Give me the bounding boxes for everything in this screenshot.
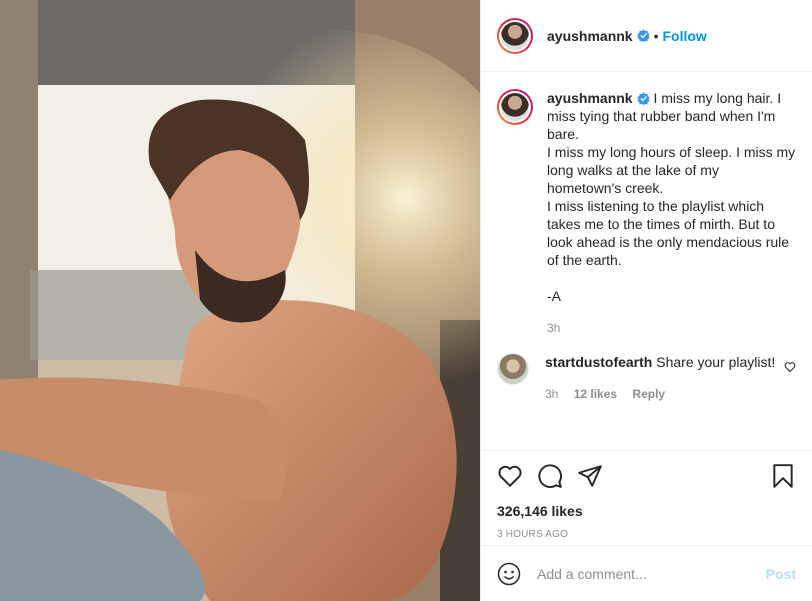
comment-row: startdustofearth Share your playlist! 3h… (497, 353, 796, 403)
caption-timestamp[interactable]: 3h (547, 321, 560, 335)
caption-signature: -A (547, 288, 561, 304)
caption-line: ayushmannk I miss my long hair. I miss t… (547, 89, 796, 143)
heart-icon[interactable] (497, 463, 523, 489)
post-header: ayushmannk • Follow (481, 0, 812, 72)
separator-dot: • (653, 27, 659, 44)
caption-username[interactable]: ayushmannk (547, 90, 633, 106)
verified-badge-icon (636, 29, 650, 42)
post-photo-illustration (0, 0, 480, 601)
caption-line-3: I miss listening to the playlist which t… (547, 198, 790, 268)
caption-row: ayushmannk I miss my long hair. I miss t… (497, 89, 796, 337)
caption-text: ayushmannk I miss my long hair. I miss t… (547, 89, 796, 337)
verified-badge-icon (636, 92, 650, 105)
author-avatar[interactable] (497, 17, 533, 54)
commenter-username[interactable]: startdustofearth (545, 354, 652, 370)
post-comment-button[interactable]: Post (766, 566, 796, 582)
actions-section: 326,146 likes 3 HOURS AGO (481, 450, 812, 540)
comment-body: Share your playlist! (656, 354, 776, 370)
comment-meta: 3h 12 likes Reply (545, 385, 776, 403)
emoji-icon[interactable] (497, 562, 521, 586)
comment-input[interactable] (537, 565, 766, 582)
caption-line-2: I miss my long hours of sleep. I miss my… (547, 144, 796, 196)
share-icon[interactable] (577, 463, 603, 489)
comments-section: ayushmannk I miss my long hair. I miss t… (481, 73, 812, 450)
follow-button[interactable]: Follow (663, 28, 707, 44)
comment-icon[interactable] (537, 463, 563, 489)
caption-avatar[interactable] (497, 89, 533, 125)
comment-reply-button[interactable]: Reply (632, 387, 665, 401)
post-sidebar: ayushmannk • Follow ayushmannk I miss my… (480, 0, 812, 601)
like-count[interactable]: 326,146 likes (497, 503, 796, 519)
bookmark-icon[interactable] (770, 463, 796, 489)
caption-meta: 3h (547, 319, 796, 337)
comment-text: startdustofearth Share your playlist! 3h… (545, 353, 776, 403)
comment-timestamp[interactable]: 3h (545, 387, 558, 401)
comment-likes[interactable]: 12 likes (574, 387, 617, 401)
add-comment-bar: Post (481, 545, 812, 601)
comment-heart-icon[interactable] (784, 361, 796, 373)
post-timestamp[interactable]: 3 HOURS AGO (497, 529, 796, 540)
commenter-avatar[interactable] (497, 353, 529, 385)
instagram-post: ayushmannk • Follow ayushmannk I miss my… (0, 0, 812, 601)
post-photo[interactable] (0, 0, 480, 601)
author-username[interactable]: ayushmannk (547, 28, 633, 44)
action-bar (497, 461, 796, 491)
